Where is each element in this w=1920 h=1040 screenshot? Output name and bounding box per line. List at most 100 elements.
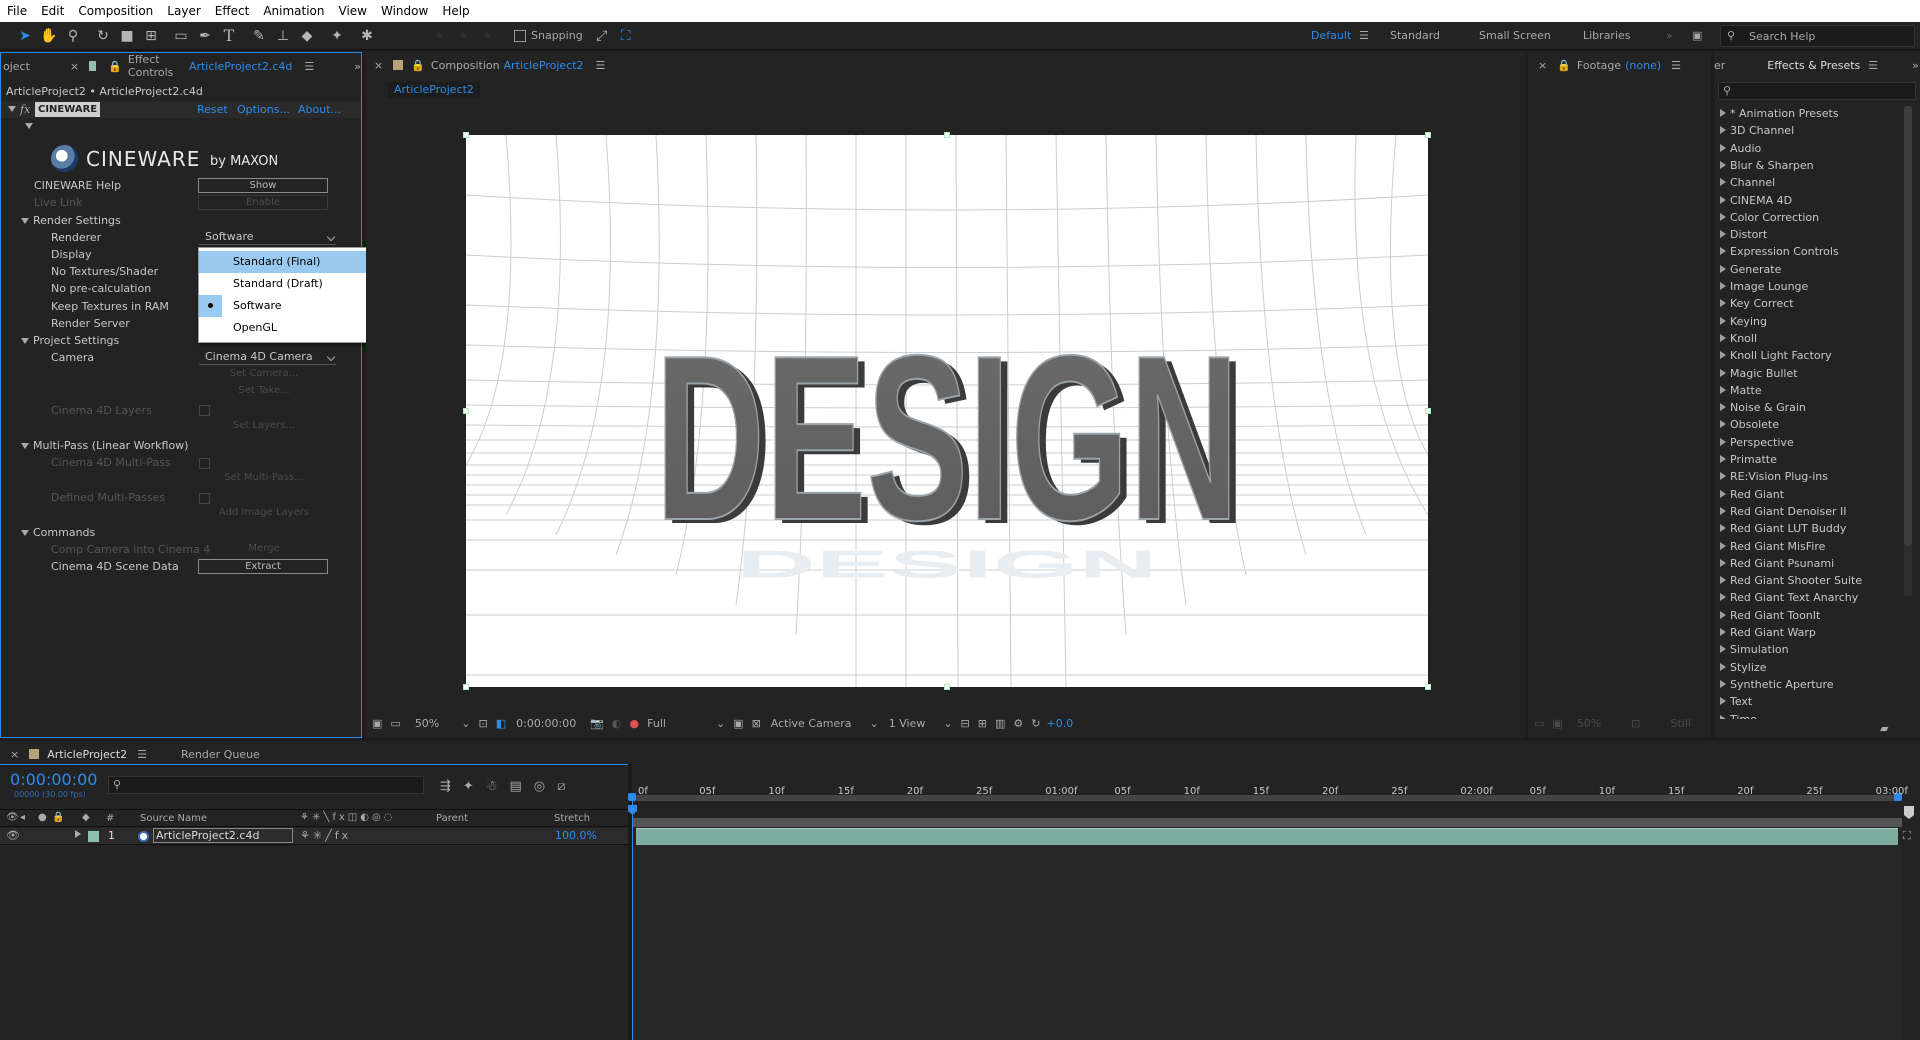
layer-switches[interactable]: ⚘✳╱fx	[300, 829, 351, 842]
panel-expand-icon[interactable]: »	[354, 60, 361, 73]
effects-list-item[interactable]: Noise & Grain	[1720, 399, 1806, 416]
layer-handle[interactable]	[944, 684, 950, 690]
effects-list-item[interactable]: Red Giant Warp	[1720, 624, 1816, 641]
layer-handle[interactable]	[1425, 684, 1431, 690]
effects-list-item[interactable]: Red Giant MisFire	[1720, 538, 1825, 555]
layer-label-swatch[interactable]	[88, 831, 99, 842]
workspace-libraries[interactable]: Libraries	[1583, 22, 1631, 50]
effects-scrollbar-thumb[interactable]	[1904, 106, 1912, 546]
video-icon[interactable]: 👁	[6, 812, 19, 823]
camera-view-value[interactable]: Active Camera	[771, 717, 852, 730]
panel-expand-icon[interactable]: »	[1912, 59, 1919, 72]
lock-icon[interactable]: 🔒	[411, 59, 425, 72]
effects-list-item[interactable]: Stylize	[1720, 659, 1766, 676]
effects-list-item[interactable]: Channel	[1720, 174, 1775, 191]
source-name-column[interactable]: Source Name	[140, 813, 207, 824]
workspace-small-screen[interactable]: Small Screen	[1479, 22, 1551, 50]
renderer-option-opengl[interactable]: OpenGL	[199, 317, 370, 339]
effects-list-item[interactable]: Knoll Light Factory	[1720, 347, 1832, 364]
effect-name[interactable]: CINEWARE	[35, 102, 101, 117]
effects-list-item[interactable]: Color Correction	[1720, 209, 1819, 226]
panel-menu-icon[interactable]: ☰	[137, 748, 147, 761]
effects-list-item[interactable]: 3D Channel	[1720, 122, 1794, 139]
footage-tab-prefix[interactable]: Footage	[1577, 59, 1621, 72]
panel-menu-icon[interactable]: ☰	[596, 59, 606, 72]
layer-handle[interactable]	[463, 684, 469, 690]
effects-list-item[interactable]: Simulation	[1720, 641, 1789, 658]
timeline-search-input[interactable]: ⚲	[108, 776, 424, 794]
effects-presets-tab[interactable]: Effects & Presets	[1767, 59, 1860, 72]
timeline-tab-name[interactable]: ArticleProject2	[47, 748, 127, 761]
effects-list-item[interactable]: Knoll	[1720, 330, 1757, 347]
composition-tab-name[interactable]: ArticleProject2	[504, 59, 584, 72]
workspace-menu-icon[interactable]: ☰	[1359, 22, 1369, 50]
renderer-dropdown[interactable]: Software	[199, 230, 336, 245]
eraser-tool-icon[interactable]: ◆	[296, 25, 318, 47]
effects-list-item[interactable]: Image Lounge	[1720, 278, 1808, 295]
renderer-option-software[interactable]: Software	[199, 295, 370, 317]
layer-name[interactable]: ArticleProject2.c4d	[153, 828, 293, 843]
solo-icon[interactable]: ●	[38, 812, 47, 823]
resolution-value[interactable]: Full	[647, 717, 666, 730]
renderer-option-standard-draft[interactable]: Standard (Draft)	[199, 273, 370, 295]
effects-list-item[interactable]: Blur & Sharpen	[1720, 157, 1814, 174]
fit-icon[interactable]: ⊡	[478, 717, 487, 730]
close-icon[interactable]: ×	[374, 59, 383, 72]
graph-editor-icon[interactable]: ⧄	[557, 779, 577, 794]
motion-blur-icon[interactable]: ◎	[534, 779, 557, 794]
snap-features-icon[interactable]: ⛶	[615, 25, 637, 47]
video-visible-icon[interactable]: 👁	[6, 829, 20, 842]
region-of-interest-icon[interactable]: ▣	[733, 717, 743, 730]
snap-edges-icon[interactable]: ⤢	[591, 25, 613, 47]
view-layout-value[interactable]: 1 View	[889, 717, 926, 730]
effects-list-item[interactable]: CINEMA 4D	[1720, 192, 1792, 209]
playhead-line[interactable]	[632, 801, 633, 1040]
chevron-down-icon[interactable]: ⌄	[870, 717, 879, 730]
table-row[interactable]: 👁 1 ArticleProject2.c4d ⚘✳╱fx 100.0%	[0, 828, 628, 845]
chevron-down-icon[interactable]: ⌄	[461, 717, 470, 730]
effect-controls-tab-file[interactable]: ArticleProject2.c4d	[189, 60, 292, 73]
menu-animation[interactable]: Animation	[256, 0, 331, 22]
project-settings-group[interactable]: Project Settings	[21, 332, 119, 349]
workspace-sync-icon[interactable]: ▣	[1692, 22, 1702, 50]
effects-list-item[interactable]: Red Giant ToonIt	[1720, 607, 1820, 624]
renderer-option-standard-final[interactable]: Standard (Final)	[199, 251, 370, 273]
layer-stretch[interactable]: 100.0%	[555, 829, 597, 842]
pixel-aspect-icon[interactable]: ⊟	[961, 717, 970, 730]
effects-list-item[interactable]: Key Correct	[1720, 295, 1794, 312]
lock-icon[interactable]: 🔒	[108, 60, 122, 73]
layer-duration-bar[interactable]	[636, 828, 1898, 845]
layer-handle[interactable]	[1425, 132, 1431, 138]
effects-list-item[interactable]: Red Giant LUT Buddy	[1720, 520, 1846, 537]
reset-exposure-icon[interactable]: ↻	[1031, 717, 1040, 730]
stretch-column[interactable]: Stretch	[554, 813, 590, 824]
effects-search-input[interactable]: ⚲	[1718, 82, 1916, 100]
audio-icon[interactable]: ◂	[20, 812, 25, 823]
menu-effect[interactable]: Effect	[208, 0, 257, 22]
prev-panel-tab[interactable]: er	[1714, 59, 1725, 72]
type-tool-icon[interactable]: T	[218, 25, 240, 47]
close-icon[interactable]: ×	[70, 60, 79, 73]
shy-icon[interactable]: ☃	[486, 779, 510, 794]
selection-tool-icon[interactable]: ➤	[14, 25, 36, 47]
options-link[interactable]: Options...	[237, 101, 290, 118]
channel-icon[interactable]: ●	[630, 717, 640, 730]
reset-link[interactable]: Reset	[197, 101, 228, 118]
menu-edit[interactable]: Edit	[34, 0, 71, 22]
effects-list-item[interactable]: Distort	[1720, 226, 1767, 243]
effects-list-item[interactable]: Perspective	[1720, 434, 1794, 451]
camera-dropdown[interactable]: Cinema 4D Camera	[199, 350, 336, 365]
lock-icon[interactable]: 🔒	[1557, 59, 1571, 72]
composition-viewer[interactable]: DESIGN DESIGN DESIGN	[466, 135, 1428, 687]
panel-menu-icon[interactable]: ☰	[304, 60, 314, 73]
rotate-tool-icon[interactable]: ↻	[92, 25, 114, 47]
layer-handle[interactable]	[1425, 408, 1431, 414]
toggle-mask-icon[interactable]: ◧	[496, 717, 506, 730]
menu-help[interactable]: Help	[435, 0, 476, 22]
menu-layer[interactable]: Layer	[160, 0, 207, 22]
always-preview-icon[interactable]: ▣	[372, 717, 382, 730]
search-help-field[interactable]: ⚲ Search Help	[1720, 25, 1915, 47]
close-icon[interactable]: ×	[10, 748, 19, 761]
panel-menu-icon[interactable]: ☰	[1868, 59, 1878, 72]
roto-brush-tool-icon[interactable]: ✦	[326, 25, 348, 47]
